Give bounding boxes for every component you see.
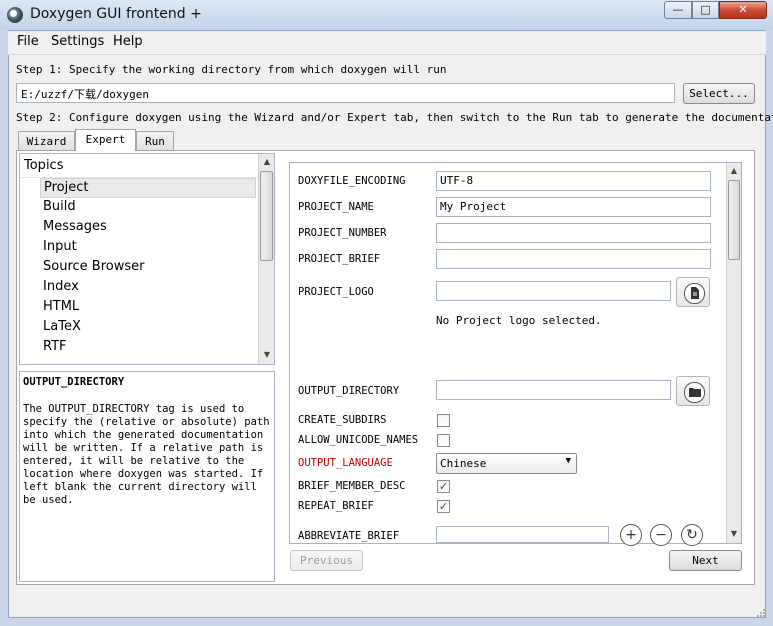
- scroll-up-arrow-icon[interactable]: ▲: [728, 165, 740, 177]
- label-project-logo: PROJECT_LOGO: [298, 286, 374, 298]
- tab-wizard[interactable]: Wizard: [18, 131, 75, 150]
- tab-expert[interactable]: Expert: [75, 129, 136, 151]
- repeat-brief-checkbox[interactable]: ✓: [437, 500, 450, 513]
- create-subdirs-checkbox[interactable]: [437, 414, 450, 427]
- topic-messages[interactable]: Messages: [40, 218, 256, 238]
- minimize-button[interactable]: —: [664, 1, 692, 19]
- output-directory-input[interactable]: [436, 380, 671, 400]
- settings-scroll-thumb[interactable]: [728, 180, 740, 260]
- label-repeat-brief: REPEAT_BRIEF: [298, 500, 374, 512]
- label-create-subdirs: CREATE_SUBDIRS: [298, 414, 387, 426]
- help-panel: OUTPUT_DIRECTORY The OUTPUT_DIRECTORY ta…: [19, 371, 275, 582]
- label-allow-unicode-names: ALLOW_UNICODE_NAMES: [298, 434, 419, 446]
- topic-input[interactable]: Input: [40, 238, 256, 258]
- working-directory-input[interactable]: E:/uzzf/下载/doxygen: [16, 83, 675, 103]
- project-logo-input[interactable]: [436, 281, 671, 301]
- add-item-icon[interactable]: +: [620, 524, 642, 546]
- topics-header: Topics: [20, 154, 258, 178]
- output-language-value: Chinese: [440, 457, 487, 470]
- menu-file[interactable]: File: [17, 34, 39, 49]
- topic-html[interactable]: HTML: [40, 298, 256, 318]
- label-project-name: PROJECT_NAME: [298, 201, 374, 213]
- file-icon: [684, 283, 705, 304]
- help-text: The OUTPUT_DIRECTORY tag is used to spec…: [23, 403, 270, 506]
- resize-grip-icon[interactable]: [756, 608, 766, 618]
- tab-run[interactable]: Run: [136, 131, 174, 150]
- remove-item-icon[interactable]: −: [650, 524, 672, 546]
- chevron-down-icon: ▼: [565, 456, 571, 466]
- select-directory-button[interactable]: Select...: [683, 83, 755, 104]
- topic-build[interactable]: Build: [40, 198, 256, 218]
- close-button[interactable]: ✕: [719, 1, 767, 19]
- project-name-input[interactable]: My Project: [436, 197, 711, 217]
- topic-project[interactable]: Project: [40, 178, 256, 198]
- label-doxyfile-encoding: DOXYFILE_ENCODING: [298, 175, 406, 187]
- next-button[interactable]: Next: [669, 550, 742, 571]
- step2-label: Step 2: Configure doxygen using the Wiza…: [16, 111, 773, 124]
- doxygen-app-icon: [7, 7, 23, 23]
- brief-member-desc-checkbox[interactable]: ✓: [437, 480, 450, 493]
- scroll-down-arrow-icon[interactable]: ▼: [728, 528, 740, 540]
- scroll-up-arrow-icon[interactable]: ▲: [261, 156, 273, 168]
- topic-rtf[interactable]: RTF: [40, 338, 256, 358]
- maximize-button[interactable]: □: [692, 1, 719, 19]
- scroll-down-arrow-icon[interactable]: ▼: [261, 349, 273, 361]
- reset-icon[interactable]: ↻: [681, 524, 703, 546]
- step1-label: Step 1: Specify the working directory fr…: [16, 63, 447, 76]
- label-output-language: OUTPUT_LANGUAGE: [298, 457, 393, 469]
- menu-settings[interactable]: Settings: [51, 34, 104, 49]
- doxyfile-encoding-input[interactable]: UTF-8: [436, 171, 711, 191]
- previous-button[interactable]: Previous: [290, 550, 363, 571]
- settings-scrollbar[interactable]: ▲ ▼: [726, 163, 741, 543]
- allow-unicode-names-checkbox[interactable]: [437, 434, 450, 447]
- browse-output-directory-button[interactable]: [676, 376, 710, 406]
- topic-index[interactable]: Index: [40, 278, 256, 298]
- menu-help[interactable]: Help: [113, 34, 143, 49]
- topics-scrollbar[interactable]: ▲ ▼: [258, 154, 274, 364]
- abbreviate-brief-input[interactable]: [436, 526, 609, 543]
- help-title: OUTPUT_DIRECTORY: [23, 376, 125, 388]
- label-abbreviate-brief: ABBREVIATE_BRIEF: [298, 530, 400, 542]
- folder-icon: [684, 382, 705, 403]
- label-project-number: PROJECT_NUMBER: [298, 227, 387, 239]
- topic-latex[interactable]: LaTeX: [40, 318, 256, 338]
- project-number-input[interactable]: [436, 223, 711, 243]
- output-language-select[interactable]: Chinese ▼: [436, 453, 577, 474]
- window-title: Doxygen GUI frontend +: [30, 6, 202, 22]
- topic-source-browser[interactable]: Source Browser: [40, 258, 256, 278]
- project-logo-note: No Project logo selected.: [436, 314, 602, 327]
- project-brief-input[interactable]: [436, 249, 711, 269]
- label-output-directory: OUTPUT_DIRECTORY: [298, 385, 400, 397]
- browse-logo-file-button[interactable]: [676, 277, 710, 307]
- label-brief-member-desc: BRIEF_MEMBER_DESC: [298, 480, 406, 492]
- label-project-brief: PROJECT_BRIEF: [298, 253, 381, 265]
- topics-scroll-thumb[interactable]: [260, 171, 273, 261]
